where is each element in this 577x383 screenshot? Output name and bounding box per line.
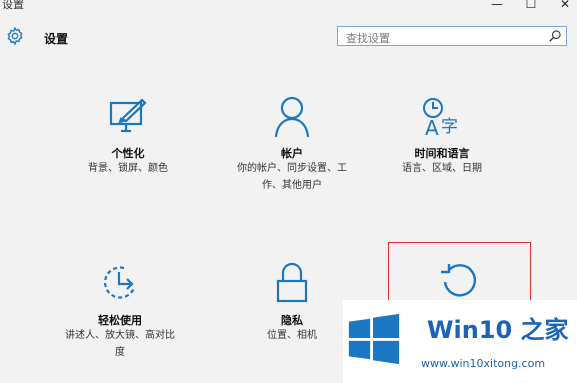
page-title: 设置 — [44, 32, 69, 46]
tile-description: 语言、区域、日期 — [402, 163, 482, 174]
tile-description: 背景、锁屏、颜色 — [88, 163, 168, 174]
svg-text:A: A — [425, 116, 439, 139]
tile-ease-of-access[interactable]: 轻松使用 讲述人、放大镜、高对比度 — [45, 262, 195, 362]
title-bar: 设置 — ☐ ✕ — [0, 0, 577, 16]
search-box[interactable] — [337, 26, 567, 48]
personalization-icon — [109, 98, 147, 133]
window-title: 设置 — [2, 0, 24, 11]
tile-personalization[interactable]: 个性化 背景、锁屏、颜色 — [53, 95, 203, 185]
tile-name: 帐户 — [281, 147, 303, 160]
ease-of-access-icon — [103, 266, 136, 299]
watermark-brand: Win10 之家 — [427, 316, 569, 344]
watermark: Win10 之家 www.win10xitong.com — [343, 300, 577, 383]
tile-description: 讲述人、放大镜、高对比度 — [65, 330, 175, 358]
maximize-button[interactable]: ☐ — [521, 0, 541, 11]
close-button[interactable]: ✕ — [555, 0, 575, 11]
search-icon[interactable] — [548, 29, 562, 43]
tile-accounts[interactable]: 帐户 你的帐户、同步设置、工作、其他用户 — [217, 95, 367, 200]
watermark-url: www.win10xitong.com — [421, 357, 546, 370]
user-icon — [274, 96, 310, 138]
windows-logo — [348, 313, 400, 365]
svg-text:字: 字 — [441, 117, 458, 137]
minimize-button[interactable]: — — [487, 0, 507, 11]
lock-icon — [276, 262, 308, 303]
tile-description: 你的帐户、同步设置、工作、其他用户 — [237, 163, 347, 191]
time-language-icon: A 字 — [423, 98, 458, 139]
tile-time-language[interactable]: A 字 时间和语言 语言、区域、日期 — [367, 95, 517, 185]
tile-name: 轻松使用 — [98, 314, 142, 327]
gear-icon — [7, 26, 23, 46]
tile-name: 个性化 — [111, 147, 145, 160]
search-input[interactable] — [338, 29, 536, 48]
tile-name: 时间和语言 — [414, 147, 470, 160]
